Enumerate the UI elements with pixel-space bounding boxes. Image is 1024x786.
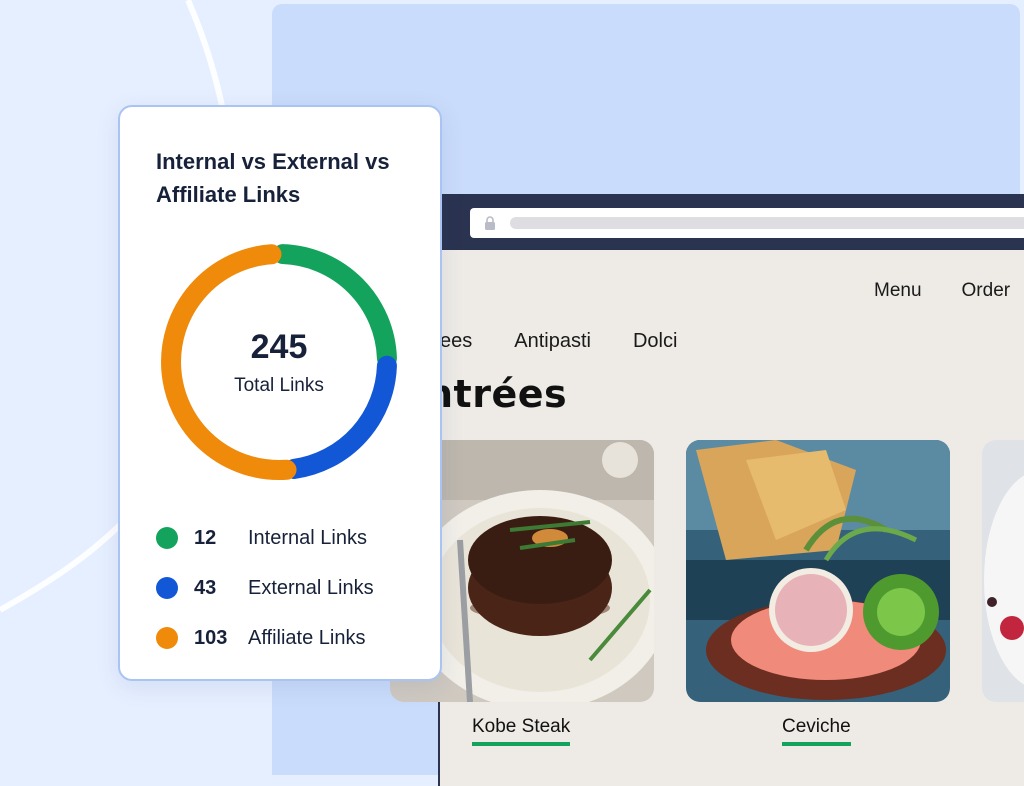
legend-label: External Links: [248, 576, 374, 599]
total-links-value: 245: [250, 327, 308, 366]
donut-center: 245 Total Links: [156, 239, 402, 485]
external-dot-icon: [156, 577, 178, 599]
nav-menu-link[interactable]: Menu: [874, 280, 922, 302]
browser-window: Menu Order ees Antipasti Dolci ntrées Ko…: [390, 194, 1024, 786]
internal-dot-icon: [156, 527, 178, 549]
category-dolci[interactable]: Dolci: [633, 330, 677, 353]
category-nav: ees Antipasti Dolci: [440, 330, 719, 353]
dish-card-ceviche[interactable]: [686, 440, 950, 702]
url-placeholder-bar: [510, 217, 1024, 229]
dish-card-partial[interactable]: [982, 440, 1024, 702]
total-links-label: Total Links: [234, 374, 324, 396]
category-antipasti[interactable]: Antipasti: [514, 330, 591, 353]
category-entrees[interactable]: ees: [440, 330, 472, 353]
legend-label: Affiliate Links: [248, 626, 366, 649]
lock-icon: [485, 216, 495, 230]
card-title: Internal vs External vs Affiliate Links: [156, 149, 390, 207]
dish-name-kobe-steak[interactable]: Kobe Steak: [472, 716, 571, 746]
chart-legend: 12 Internal Links 43 External Links 103 …: [156, 513, 374, 663]
dessert-photo: [982, 440, 1024, 702]
dish-name-ceviche[interactable]: Ceviche: [782, 716, 851, 746]
legend-count: 103: [194, 626, 228, 649]
legend-count: 12: [194, 526, 217, 549]
browser-toolbar: [440, 196, 1024, 250]
nav-order-link[interactable]: Order: [962, 280, 1011, 302]
affiliate-dot-icon: [156, 627, 178, 649]
ceviche-photo: [686, 440, 950, 702]
legend-item-internal: 12 Internal Links: [156, 513, 374, 563]
address-bar[interactable]: [470, 208, 1024, 238]
legend-count: 43: [194, 576, 217, 599]
legend-item-affiliate: 103 Affiliate Links: [156, 613, 374, 663]
site-top-nav: Menu Order: [874, 280, 1010, 302]
links-summary-card: Internal vs External vs Affiliate Links …: [118, 105, 442, 681]
legend-label: Internal Links: [248, 526, 367, 549]
section-heading: ntrées: [426, 372, 568, 416]
legend-item-external: 43 External Links: [156, 563, 374, 613]
